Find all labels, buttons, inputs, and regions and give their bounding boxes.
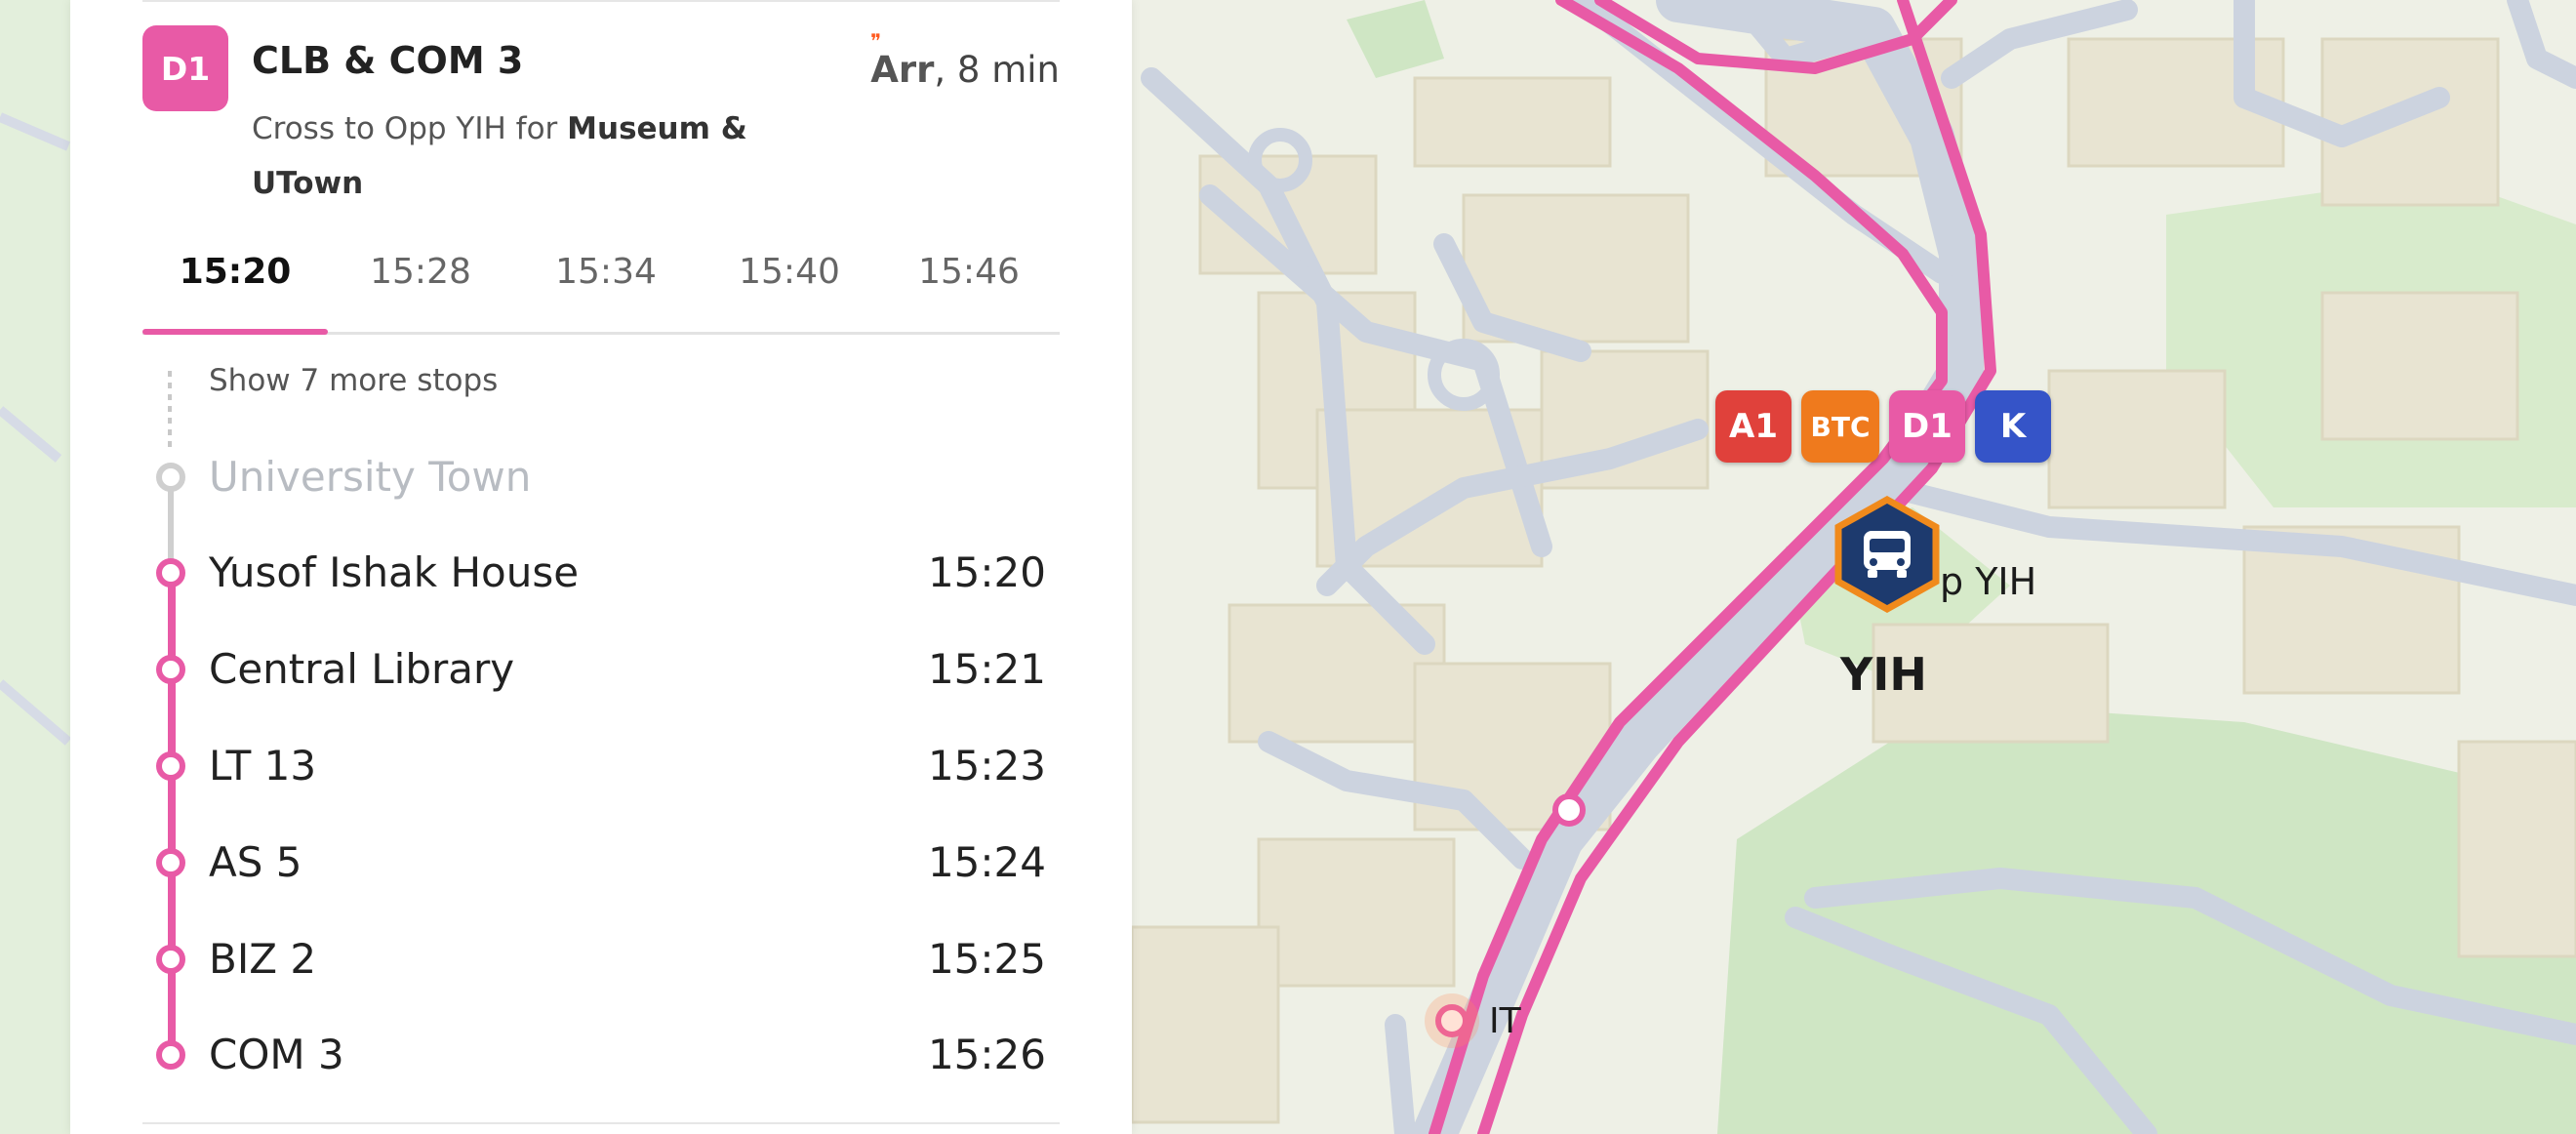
tab-departure-5[interactable]: 15:46 [876,252,1062,292]
stop-dot-icon [156,1040,185,1070]
stop-row[interactable]: AS 5 15:24 [70,834,1046,893]
route-subtitle: Cross to Opp YIH for Museum & UTown [252,111,747,201]
divider [142,1122,1060,1124]
route-chip-a1[interactable]: A1 [1715,390,1791,463]
tab-departure-4[interactable]: 15:40 [697,252,882,292]
route-chip-k[interactable]: K [1975,390,2051,463]
stop-time: 15:24 [927,838,1046,886]
tab-departure-3[interactable]: 15:34 [513,252,699,292]
stop-dot-icon [156,945,185,974]
stop-dot-icon [156,655,185,684]
route-badge: D1 [142,25,228,111]
departure-tabs: 15:20 15:28 15:34 15:40 15:46 [142,234,1060,335]
route-chip-btc[interactable]: BTC [1801,390,1879,463]
stop-row[interactable]: University Town [70,449,1046,507]
active-tab-indicator [142,329,328,335]
stop-row[interactable]: BIZ 2 15:25 [70,931,1046,990]
stop-dot-icon [156,751,185,781]
bus-stop-icon[interactable] [1832,496,1942,613]
tab-departure-1[interactable]: 15:20 [142,252,328,292]
route-title: CLB & COM 3 [252,39,524,82]
stop-row[interactable]: Central Library 15:21 [70,641,1046,700]
show-more-stops-button[interactable]: Show 7 more stops [209,363,498,398]
stop-name: AS 5 [209,838,302,886]
stop-time: 15:20 [927,548,1046,596]
tab-departure-2[interactable]: 15:28 [328,252,513,292]
stop-dot-icon [156,848,185,877]
live-indicator-icon: ❜❜ [870,29,881,53]
stop-time: 15:21 [927,645,1046,693]
collapsed-stops-line [168,371,172,449]
stop-name: Yusof Ishak House [209,548,580,596]
stop-label-it: IT [1489,1001,1521,1041]
divider [142,0,1060,2]
area-label-yih: YIH [1840,648,1927,701]
stop-row[interactable]: COM 3 15:26 [70,1027,1046,1085]
stop-time: 15:23 [927,742,1046,790]
route-detail-panel: D1 CLB & COM 3 Cross to Opp YIH for Muse… [70,0,1132,1134]
bus-stop-label: p YIH [1940,560,2037,603]
stop-dot-icon [156,558,185,587]
route-chip-d1[interactable]: D1 [1889,390,1965,463]
stop-row[interactable]: Yusof Ishak House 15:20 [70,545,1046,603]
arrival-eta: ❜❜ Arr, 8 min [870,29,1060,91]
stop-name: BIZ 2 [209,935,317,983]
stop-time: 15:25 [927,935,1046,983]
stop-name: Central Library [209,645,515,693]
stop-dot-icon [156,463,185,492]
stop-name: LT 13 [209,742,317,790]
stop-name: University Town [209,453,532,501]
stop-name: COM 3 [209,1031,344,1078]
stop-row[interactable]: LT 13 15:23 [70,738,1046,796]
stop-time: 15:26 [927,1031,1046,1078]
